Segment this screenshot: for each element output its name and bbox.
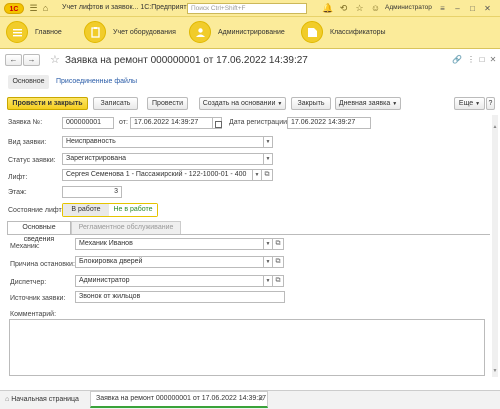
request-source-field[interactable]: Звонок от жильцов (75, 291, 285, 303)
open-document-tab[interactable]: Заявка на ремонт 000000001 от 17.06.2022… (90, 391, 268, 408)
mechanic-open-icon[interactable]: ⧉ (273, 238, 284, 250)
help-button[interactable]: ? (486, 97, 495, 110)
floor-label: Этаж: (8, 189, 27, 196)
menu-icon[interactable]: ☰ (28, 3, 39, 14)
favorite-star-icon[interactable]: ☆ (50, 53, 60, 66)
nav-main[interactable]: Основное (8, 75, 49, 89)
comment-label: Комментарий: (10, 311, 57, 318)
dispatcher-dropdown-icon[interactable]: ▼ (264, 275, 273, 287)
request-kind-dropdown-icon[interactable]: ▼ (264, 136, 273, 148)
dispatcher-field[interactable]: Администратор (75, 275, 264, 287)
chevron-down-icon: ▼ (475, 101, 481, 107)
home-icon[interactable]: ⌂ (40, 3, 51, 14)
form-title: Заявка на ремонт 000000001 от 17.06.2022… (65, 55, 308, 66)
comment-textarea[interactable] (9, 319, 485, 376)
app-title: Учет лифтов и заявок... 1С:Предприятие (62, 4, 195, 11)
history-icon[interactable]: ⟲ (338, 3, 349, 14)
close-button[interactable]: Закрыть (291, 97, 331, 110)
more-label: Еще (458, 100, 474, 107)
sections-panel: Главное Учет оборудования Администрирова… (0, 17, 500, 49)
lift-label: Лифт: (8, 174, 28, 181)
back-button[interactable]: ← (5, 54, 22, 66)
classifier-icon (301, 21, 323, 43)
scroll-up-icon[interactable]: ▲ (492, 124, 498, 130)
section-label: Главное (35, 29, 62, 36)
clipboard-icon (84, 21, 106, 43)
date-label: от: (119, 119, 128, 126)
number-label: Заявка №: (8, 119, 43, 126)
post-and-close-button[interactable]: Провести и закрыть (7, 97, 88, 110)
stop-reason-open-icon[interactable]: ⧉ (273, 256, 284, 268)
stop-reason-field[interactable]: Блокировка дверей (75, 256, 264, 268)
mechanic-dropdown-icon[interactable]: ▼ (264, 238, 273, 250)
favorites-icon[interactable]: ☆ (354, 3, 365, 14)
lift-state-not-in-work[interactable]: Не в работе (109, 204, 157, 216)
more-button[interactable]: Еще ▼ (454, 97, 485, 110)
tab-scheduled-maintenance[interactable]: Регламентное обслуживание (71, 221, 181, 234)
mechanic-label: Механик: (10, 243, 40, 250)
write-button[interactable]: Записать (93, 97, 138, 110)
link-icon[interactable]: 🔗 (452, 55, 462, 65)
home-page-tab[interactable]: ⌂ Начальная страница (5, 392, 79, 407)
section-label: Классификаторы (330, 29, 386, 36)
menu-lines-icon (6, 21, 28, 43)
section-label: Учет оборудования (113, 29, 176, 36)
calendar-icon[interactable] (213, 117, 222, 129)
global-search-input[interactable]: Поиск Ctrl+Shift+F (187, 3, 307, 14)
user-name[interactable]: Администратор (385, 4, 432, 11)
app-logo: 1С (4, 3, 24, 14)
settings-icon[interactable]: ≡ (437, 3, 448, 14)
request-source-label: Источник заявки: (10, 295, 66, 302)
home-icon: ⌂ (5, 396, 10, 403)
more-vertical-icon[interactable]: ⋮ (466, 55, 476, 65)
date-field[interactable]: 17.06.2022 14:39:27 (130, 117, 213, 129)
chevron-down-icon: ▼ (392, 101, 398, 107)
forward-button[interactable]: → (23, 54, 40, 66)
floor-field[interactable]: 3 (62, 186, 122, 198)
dispatcher-label: Диспетчер: (10, 279, 47, 286)
scroll-down-icon[interactable]: ▼ (492, 368, 498, 374)
close-window-button[interactable]: ✕ (482, 3, 493, 14)
notifications-icon[interactable]: 🔔 (322, 3, 333, 14)
request-status-dropdown-icon[interactable]: ▼ (264, 153, 273, 165)
mechanic-field[interactable]: Механик Иванов (75, 238, 264, 250)
number-field[interactable]: 000000001 (62, 117, 114, 129)
request-status-label: Статус заявки: (8, 157, 56, 164)
close-form-icon[interactable]: ✕ (488, 55, 498, 65)
post-button[interactable]: Провести (147, 97, 188, 110)
lift-dropdown-icon[interactable]: ▼ (253, 169, 262, 181)
lift-state-in-work[interactable]: В работе (63, 204, 109, 216)
maximize-button[interactable]: □ (467, 3, 478, 14)
lift-field[interactable]: Сергея Семенова 1 - Пассажирский - 122-1… (62, 169, 253, 181)
vertical-scrollbar[interactable]: ▲ ▼ (492, 115, 498, 377)
lift-open-icon[interactable]: ⧉ (262, 169, 273, 181)
daily-request-label: Дневная заявка (338, 100, 391, 107)
title-bar: 1С ☰ ⌂ Учет лифтов и заявок... 1С:Предпр… (0, 0, 500, 17)
tab-main-info[interactable]: Основные сведения (7, 221, 71, 243)
stop-reason-dropdown-icon[interactable]: ▼ (264, 256, 273, 268)
create-based-on-button[interactable]: Создать на основании ▼ (199, 97, 286, 110)
lift-state-label: Состояние лифта: (8, 207, 68, 214)
request-kind-field[interactable]: Неисправность (62, 136, 264, 148)
admin-users-icon (189, 21, 211, 43)
dispatcher-open-icon[interactable]: ⧉ (273, 275, 284, 287)
request-status-field[interactable]: Зарегистрирована (62, 153, 264, 165)
stop-reason-label: Причина остановки: (10, 261, 75, 268)
nav-attached-files[interactable]: Присоединенные файлы (56, 78, 137, 85)
restore-icon[interactable]: □ (477, 55, 487, 65)
tab-close-icon[interactable]: ✕ (258, 395, 264, 403)
daily-request-button[interactable]: Дневная заявка ▼ (335, 97, 401, 110)
user-icon[interactable]: ☺ (370, 3, 381, 14)
request-kind-label: Вид заявки: (8, 139, 47, 146)
home-page-tab-label: Начальная страница (11, 396, 79, 403)
registration-date-label: Дата регистрации: (229, 119, 289, 126)
registration-date-field[interactable]: 17.06.2022 14:39:27 (287, 117, 371, 129)
minimize-button[interactable]: – (452, 3, 463, 14)
section-label: Администрирование (218, 29, 285, 36)
chevron-down-icon: ▼ (277, 101, 283, 107)
create-based-on-label: Создать на основании (202, 100, 276, 107)
